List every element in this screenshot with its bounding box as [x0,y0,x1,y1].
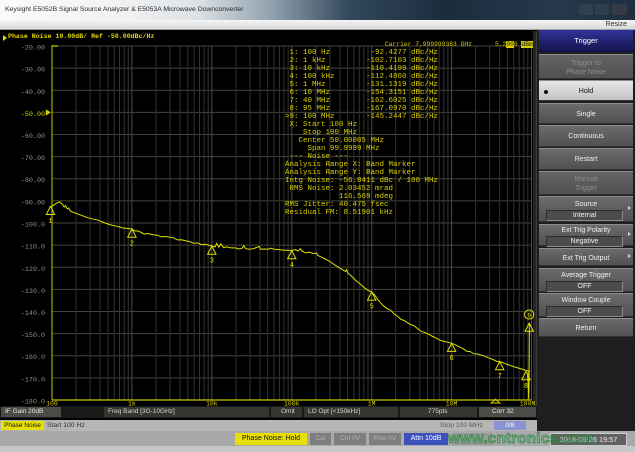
svg-text:-120.0: -120.0 [21,266,45,274]
svg-text:-30.00: -30.00 [21,67,45,75]
svg-text:-100.0: -100.0 [21,222,45,230]
svg-text:8: 8 [524,383,528,391]
svg-text:-130.0: -130.0 [21,288,45,296]
svg-text:-70.00: -70.00 [21,155,45,163]
svg-text:-90.00: -90.00 [21,199,45,207]
svg-text:3: 3 [210,258,214,266]
svg-text:9: 9 [527,312,531,319]
svg-text:-160.0: -160.0 [21,354,45,362]
svg-text:-80.00: -80.00 [21,177,45,185]
svg-text:5: 5 [370,304,374,312]
svg-text:6: 6 [449,355,453,363]
svg-text:-140.0: -140.0 [21,310,45,318]
svg-text:-170.0: -170.0 [21,376,45,384]
svg-text:-40.00: -40.00 [21,89,45,97]
svg-text:-20.00: -20.00 [21,45,45,53]
svg-text:4: 4 [290,262,294,270]
svg-text:2: 2 [130,241,134,249]
svg-text:-150.0: -150.0 [21,332,45,340]
svg-text:-50.00: -50.00 [21,111,45,119]
svg-text:-60.00: -60.00 [21,133,45,141]
svg-text:7: 7 [498,373,502,381]
svg-text:-110.0: -110.0 [21,244,45,252]
svg-text:1: 1 [48,218,52,226]
